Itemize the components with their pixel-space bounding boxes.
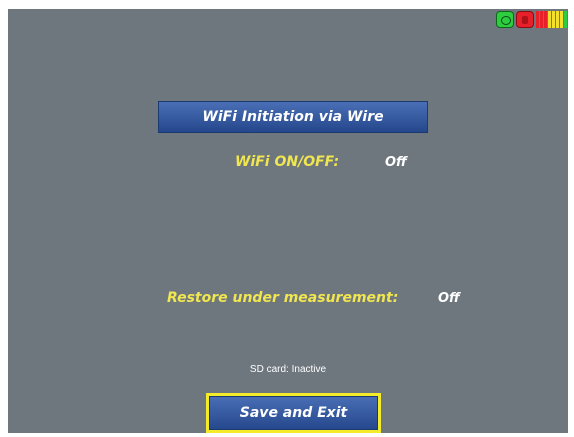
save-and-exit-button[interactable]: Save and Exit: [206, 393, 381, 433]
level-bar-segment: [540, 10, 543, 28]
wifi-on-off-label: WiFi ON/OFF:: [235, 154, 340, 170]
restore-under-measurement-value[interactable]: Off: [438, 291, 460, 306]
signal-level-icon: [536, 10, 567, 28]
status-bar: [496, 10, 567, 28]
level-bar-segment: [564, 10, 567, 28]
level-bar-segment: [544, 10, 547, 28]
level-bar-segment: [556, 10, 559, 28]
device-screen: WiFi Initiation via Wire WiFi ON/OFF: Of…: [8, 9, 568, 433]
restore-under-measurement-label: Restore under measurement:: [167, 290, 399, 306]
wifi-on-off-value[interactable]: Off: [385, 155, 407, 170]
level-bar-segment: [552, 10, 555, 28]
level-bar-segment: [536, 10, 539, 28]
gps-status-icon: [496, 10, 514, 28]
wifi-initiation-title-button[interactable]: WiFi Initiation via Wire: [158, 101, 428, 133]
level-bar-segment: [560, 10, 563, 28]
recording-status-icon: [516, 10, 534, 28]
level-bar-segment: [548, 10, 551, 28]
sd-card-status: SD card: Inactive: [249, 364, 327, 375]
